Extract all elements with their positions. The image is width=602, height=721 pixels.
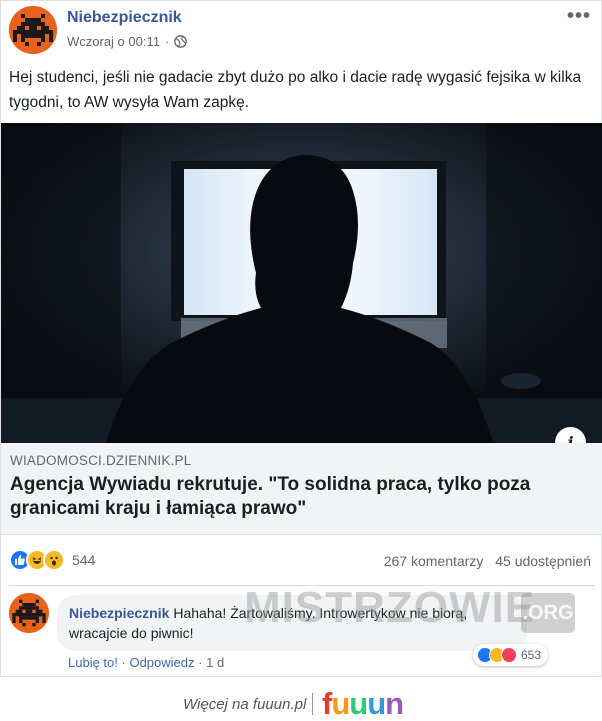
post-timestamp[interactable]: Wczoraj o 00:11	[67, 34, 160, 49]
comment-reply-link[interactable]: Odpowiedz	[129, 655, 194, 670]
space-invader-icon	[9, 6, 57, 54]
facebook-post: Niebezpiecznik Wczoraj o 00:11 · ••• Hej…	[0, 0, 602, 677]
comment-like-link[interactable]: Lubię to!	[68, 655, 118, 670]
comment: Niebezpiecznik Hahaha! Żartowaliśmy. Intr…	[1, 591, 602, 678]
logo-letter: u	[367, 686, 386, 721]
love-icon	[501, 647, 517, 663]
comment-time[interactable]: 1 d	[206, 655, 224, 670]
reaction-count: 544	[72, 552, 96, 568]
link-title[interactable]: Agencja Wywiadu rekrutuje. "To solidna p…	[10, 473, 570, 521]
reaction-summary[interactable]: 544	[9, 549, 95, 571]
hooded-figure-image	[1, 123, 602, 443]
fuuun-logo[interactable]: fuuun	[322, 686, 404, 721]
action-separator: ·	[121, 655, 126, 670]
logo-letter: u	[331, 686, 350, 721]
logo-letter: n	[385, 686, 404, 721]
comment-author-link[interactable]: Niebezpiecznik	[69, 605, 169, 621]
comment-actions: Lubię to! · Odpowiedz · 1 d	[68, 655, 224, 670]
wow-icon	[43, 549, 65, 571]
page-avatar[interactable]	[9, 6, 57, 54]
post-header: Niebezpiecznik Wczoraj o 00:11 · •••	[1, 1, 601, 61]
footer-more-link[interactable]: Więcej na fuuun.pl	[183, 696, 306, 713]
engagement-counts: 267 komentarzy 45 udostępnień	[384, 553, 591, 569]
link-preview[interactable]: WIADOMOSCI.DZIENNIK.PL Agencja Wywiadu r…	[1, 443, 602, 535]
logo-letter: u	[349, 686, 368, 721]
post-text: Hej studenci, jeśli nie gadacie zbyt duż…	[9, 69, 582, 111]
logo-letter: f	[322, 686, 332, 721]
comment-reactions[interactable]: 653	[473, 644, 549, 666]
globe-icon[interactable]	[174, 35, 188, 48]
meta-separator: ·	[164, 34, 170, 49]
divider	[9, 585, 595, 586]
post-meta: Wczoraj o 00:11 ·	[67, 34, 188, 49]
comments-count-link[interactable]: 267 komentarzy	[384, 553, 484, 569]
more-options-icon[interactable]: •••	[567, 5, 591, 28]
space-invader-icon	[9, 593, 49, 633]
link-domain: WIADOMOSCI.DZIENNIK.PL	[10, 453, 192, 468]
comment-reaction-count: 653	[521, 648, 542, 662]
link-preview-image[interactable]	[1, 123, 602, 443]
comment-bubble: Niebezpiecznik Hahaha! Żartowaliśmy. Intr…	[57, 595, 527, 651]
footer: Więcej na fuuun.pl fuuun	[0, 677, 602, 721]
watermark-suffix: .ORG	[521, 593, 575, 633]
shares-count-link[interactable]: 45 udostępnień	[495, 553, 591, 569]
comment-avatar[interactable]	[9, 593, 49, 633]
page-name-link[interactable]: Niebezpiecznik	[67, 9, 182, 27]
action-separator: ·	[198, 655, 203, 670]
post-stats: 544 267 komentarzy 45 udostępnień	[1, 545, 602, 575]
footer-separator	[312, 693, 313, 715]
